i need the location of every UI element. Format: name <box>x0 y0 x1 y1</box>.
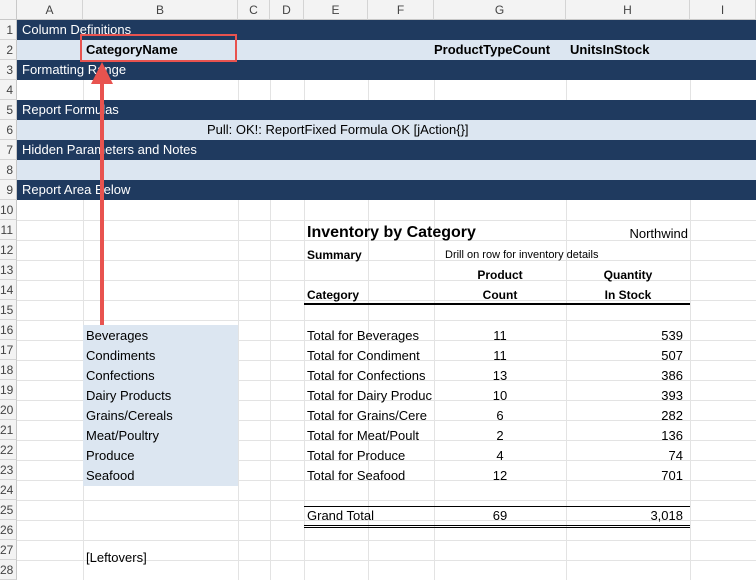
annotation-arrow-icon <box>91 62 113 325</box>
spreadsheet-grid[interactable]: A B C D E F G H I 1 2 3 4 5 6 7 8 9 10 1… <box>0 0 756 580</box>
